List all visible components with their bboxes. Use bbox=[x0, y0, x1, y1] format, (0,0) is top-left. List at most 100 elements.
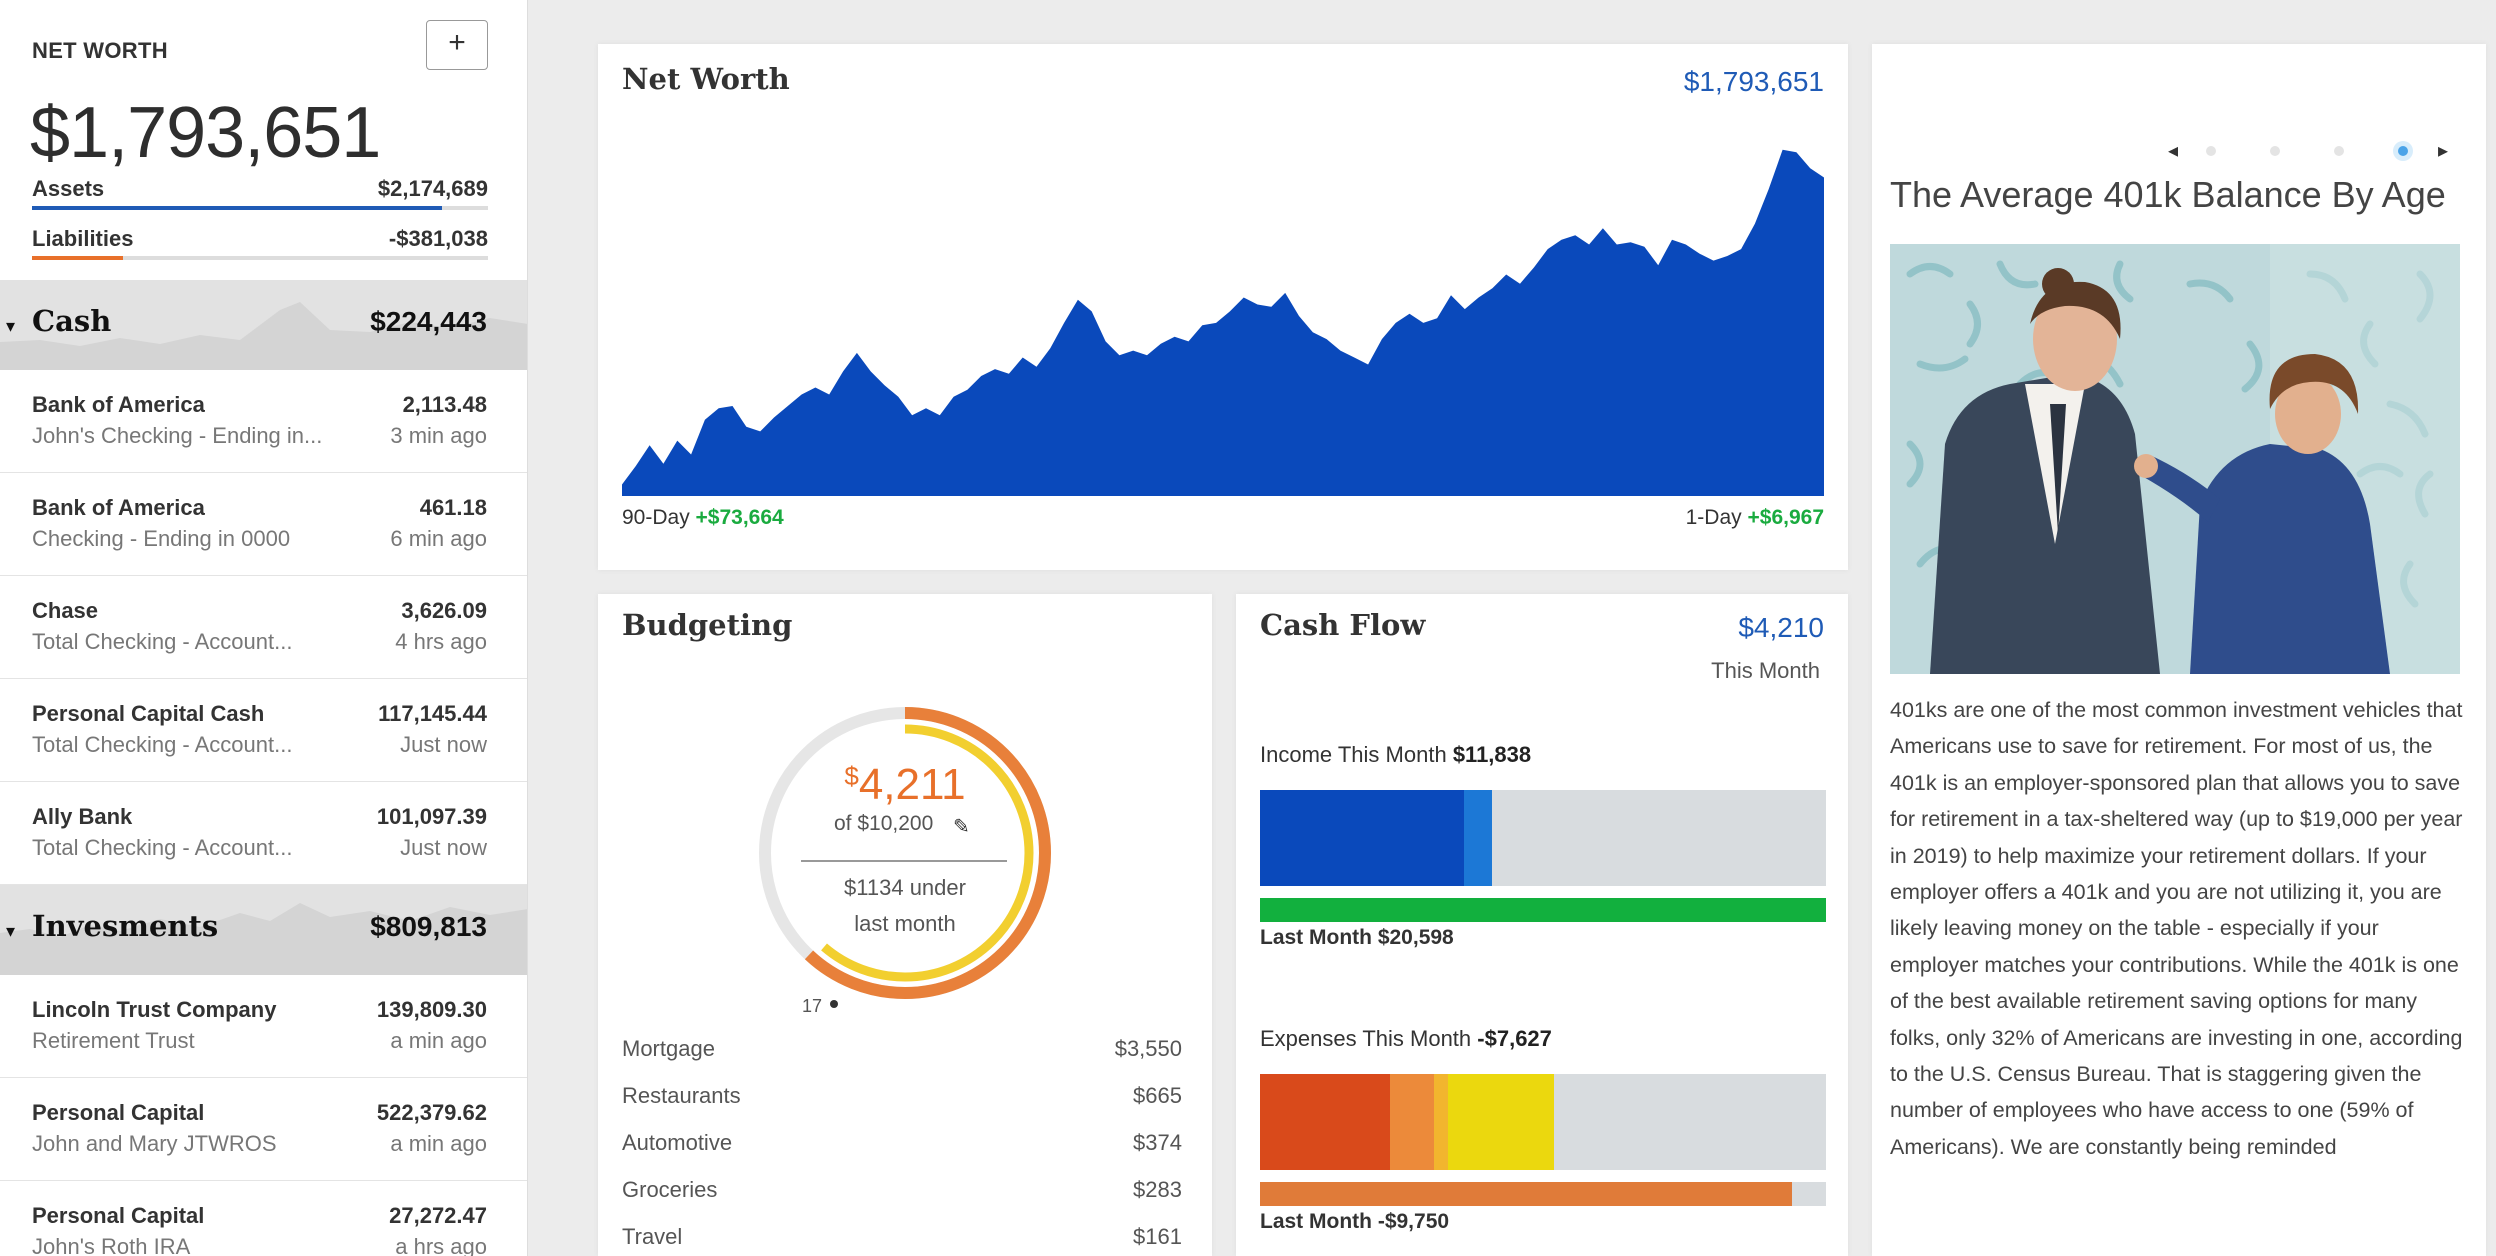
income-last-month-bar bbox=[1260, 898, 1826, 922]
article-title[interactable]: The Average 401k Balance By Age bbox=[1890, 174, 2446, 216]
group-total: $809,813 bbox=[370, 911, 487, 942]
carousel-dot[interactable] bbox=[2334, 146, 2344, 156]
account-row[interactable]: Bank of America John's Checking - Ending… bbox=[0, 370, 527, 473]
account-balance: 117,145.44 bbox=[378, 701, 487, 726]
carousel-dot[interactable] bbox=[2270, 146, 2280, 156]
budget-donut[interactable] bbox=[748, 696, 1062, 1010]
budget-category-row[interactable]: Groceries $283 bbox=[622, 1177, 1182, 1217]
expenses-bar-segment bbox=[1433, 1074, 1449, 1170]
account-balance: 139,809.30 bbox=[376, 997, 487, 1022]
account-balance: 2,113.48 bbox=[402, 392, 487, 417]
account-institution: Ally Bank bbox=[32, 804, 133, 829]
assets-label: Assets bbox=[32, 176, 105, 201]
net-worth-total: $1,793,651 bbox=[30, 93, 381, 173]
account-description: John's Roth IRA bbox=[32, 1234, 191, 1256]
account-row[interactable]: Lincoln Trust Company Retirement Trust 1… bbox=[0, 975, 527, 1078]
account-updated: 3 min ago bbox=[390, 423, 487, 448]
income-value: $11,838 bbox=[1452, 742, 1532, 767]
comparison-line-2: last month bbox=[854, 911, 956, 936]
article-carousel: ◂ ▸ bbox=[2012, 136, 2448, 166]
account-description: Retirement Trust bbox=[32, 1028, 195, 1053]
account-row[interactable]: Personal Capital John's Roth IRA 27,272.… bbox=[0, 1181, 527, 1256]
carousel-dot-active[interactable] bbox=[2398, 146, 2408, 156]
income-bar-fill bbox=[1260, 790, 1464, 886]
cash-flow-period: This Month bbox=[1711, 658, 1820, 683]
account-institution: Bank of America bbox=[32, 392, 205, 417]
liabilities-bar-fill bbox=[32, 256, 124, 260]
cash-flow-card[interactable]: Cash Flow $4,210 This Month Income This … bbox=[1236, 594, 1848, 1256]
change-label: 90-Day bbox=[622, 506, 690, 529]
expenses-value: -$7,627 bbox=[1477, 1026, 1552, 1051]
income-bar-accent bbox=[1463, 790, 1493, 886]
account-updated: 6 min ago bbox=[390, 526, 487, 551]
budget-category-row[interactable]: Automotive $374 bbox=[622, 1130, 1182, 1170]
category-amount: $665 bbox=[1133, 1083, 1182, 1108]
category-name: Restaurants bbox=[622, 1083, 741, 1108]
budget-category-row[interactable]: Mortgage $3,550 bbox=[622, 1036, 1182, 1076]
last-month-label: Last Month bbox=[1260, 926, 1372, 949]
account-institution: Personal Capital bbox=[32, 1100, 205, 1125]
budgeting-card[interactable]: Budgeting $4,211 of $10,200 ✎ $1134 unde… bbox=[598, 594, 1212, 1256]
expenses-label-text: Expenses This Month bbox=[1260, 1026, 1472, 1051]
income-label-text: Income This Month bbox=[1260, 742, 1447, 767]
category-name: Mortgage bbox=[622, 1036, 715, 1061]
group-header-cash[interactable]: ▾ Cash $224,443 bbox=[0, 280, 527, 370]
account-row[interactable]: Ally Bank Total Checking - Account... 10… bbox=[0, 782, 527, 885]
account-balance: 27,272.47 bbox=[389, 1203, 487, 1228]
expenses-last-month: Last Month -$9,750 bbox=[1260, 1210, 1449, 1234]
collapse-caret-icon[interactable]: ▾ bbox=[6, 316, 15, 337]
group-total: $224,443 bbox=[370, 306, 487, 337]
net-worth-summary: NET WORTH + $1,793,651 Assets $2,174,689… bbox=[0, 0, 527, 280]
liabilities-row[interactable]: Liabilities -$381,038 bbox=[32, 226, 488, 260]
account-updated: a hrs ago bbox=[395, 1234, 487, 1256]
collapse-caret-icon[interactable]: ▾ bbox=[6, 921, 15, 942]
currency-symbol: $ bbox=[844, 761, 859, 791]
expenses-label: Expenses This Month -$7,627 bbox=[1260, 1026, 1552, 1052]
carousel-dot[interactable] bbox=[2206, 146, 2216, 156]
assets-row[interactable]: Assets $2,174,689 bbox=[32, 176, 488, 210]
add-account-button[interactable]: + bbox=[426, 20, 488, 70]
budget-category-row[interactable]: Travel $161 bbox=[622, 1224, 1182, 1256]
edit-pencil-icon[interactable]: ✎ bbox=[953, 814, 970, 839]
account-description: Checking - Ending in 0000 bbox=[32, 526, 291, 551]
card-title: Net Worth bbox=[622, 62, 790, 96]
day-of-month: 17 bbox=[802, 996, 823, 1016]
group-name: Invesments bbox=[32, 909, 219, 943]
income-bar[interactable] bbox=[1260, 790, 1826, 886]
today-marker bbox=[830, 1000, 838, 1008]
net-worth-area-chart[interactable] bbox=[622, 136, 1824, 496]
account-row[interactable]: Chase Total Checking - Account... 3,626.… bbox=[0, 576, 527, 679]
ninety-day-change: 90-Day +$73,664 bbox=[622, 506, 784, 530]
account-balance: 3,626.09 bbox=[401, 598, 487, 623]
expenses-bar-segment bbox=[1448, 1074, 1555, 1170]
accounts-sidebar: NET WORTH + $1,793,651 Assets $2,174,689… bbox=[0, 0, 528, 1256]
change-value: +$6,967 bbox=[1747, 506, 1825, 529]
account-updated: 4 hrs ago bbox=[395, 629, 487, 654]
account-updated: a min ago bbox=[390, 1028, 487, 1053]
article-card[interactable]: ◂ ▸ The Average 401k Balance By Age 401k… bbox=[1872, 44, 2486, 1256]
group-header-investments[interactable]: ▾ Invesments $809,813 bbox=[0, 885, 527, 975]
budget-spent-value: 4,211 bbox=[858, 760, 966, 809]
account-updated: Just now bbox=[400, 732, 487, 757]
article-photo[interactable] bbox=[1890, 244, 2460, 674]
category-name: Groceries bbox=[622, 1177, 718, 1202]
liabilities-label: Liabilities bbox=[32, 226, 134, 251]
liabilities-value: -$381,038 bbox=[388, 226, 488, 251]
last-month-value: $20,598 bbox=[1377, 926, 1454, 949]
net-worth-card[interactable]: Net Worth $1,793,651 90-Day +$73,664 1-D… bbox=[598, 44, 1848, 570]
net-worth-area bbox=[622, 149, 1824, 496]
account-institution: Bank of America bbox=[32, 495, 205, 520]
budget-category-row[interactable]: Restaurants $665 bbox=[622, 1083, 1182, 1123]
category-name: Automotive bbox=[622, 1130, 733, 1155]
net-worth-label: NET WORTH bbox=[32, 38, 168, 63]
account-row[interactable]: Bank of America Checking - Ending in 000… bbox=[0, 473, 527, 576]
article-body: 401ks are one of the most common investm… bbox=[1890, 698, 2463, 1159]
budget-total: of $10,200 bbox=[834, 812, 934, 835]
account-row[interactable]: Personal Capital John and Mary JTWROS 52… bbox=[0, 1078, 527, 1181]
carousel-next-icon[interactable]: ▸ bbox=[2438, 138, 2448, 163]
carousel-prev-icon[interactable]: ◂ bbox=[2168, 138, 2178, 163]
category-amount: $161 bbox=[1133, 1224, 1182, 1249]
article-fade-overlay bbox=[1872, 1166, 2486, 1256]
account-row[interactable]: Personal Capital Cash Total Checking - A… bbox=[0, 679, 527, 782]
expenses-bar[interactable] bbox=[1260, 1074, 1826, 1170]
